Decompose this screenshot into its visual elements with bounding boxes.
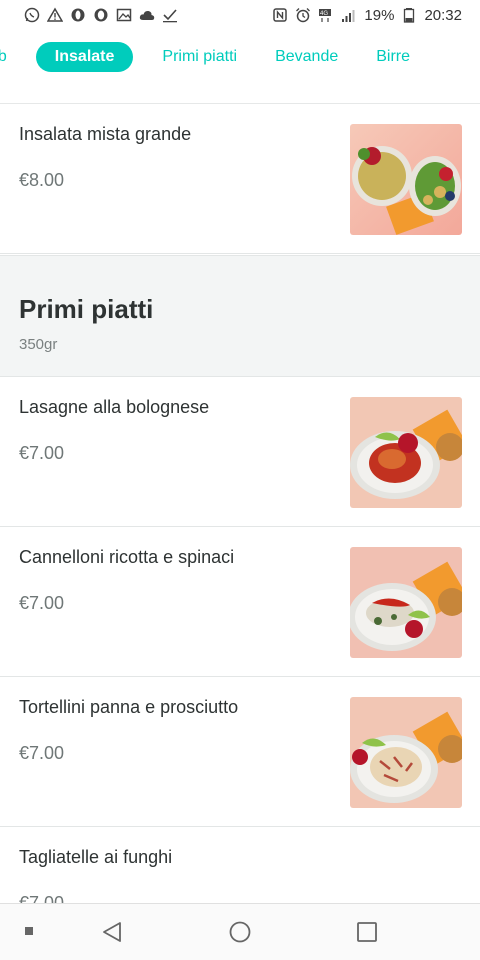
item-price: €8.00 <box>19 170 65 190</box>
tab-primi-piatti[interactable]: Primi piatti <box>143 42 256 72</box>
item-price: €7.00 <box>19 443 65 463</box>
nfc-icon <box>272 7 288 23</box>
home-icon[interactable] <box>228 920 252 944</box>
section-subtitle: 350gr <box>19 336 58 353</box>
warning-icon <box>47 7 63 23</box>
check-icon <box>162 7 178 23</box>
clock: 20:32 <box>424 6 462 24</box>
item-photo-salad <box>350 124 462 235</box>
item-name: Cannelloni ricotta e spinaci <box>19 547 235 567</box>
tab-bevande[interactable]: Bevande <box>256 42 357 72</box>
status-left-icons <box>24 7 178 23</box>
section-title: Primi piatti <box>19 294 154 324</box>
menu-item-cannelloni[interactable]: Cannelloni ricotta e spinaci €7.00 <box>0 527 480 677</box>
item-name: Tortellini panna e prosciutto <box>19 697 239 717</box>
item-price: €7.00 <box>19 743 65 763</box>
signal-icon <box>341 7 357 23</box>
item-photo-tortellini <box>350 697 462 808</box>
cloud-icon <box>139 7 155 23</box>
tab-ab[interactable]: ab <box>0 42 26 72</box>
recents-icon[interactable] <box>355 920 379 944</box>
item-price: €7.00 <box>19 593 65 613</box>
item-photo-cannelloni <box>350 547 462 658</box>
category-tabs: ab Insalate Primi piatti Bevande Birre <box>0 30 480 84</box>
opera-icon <box>93 7 109 23</box>
item-photo-lasagne <box>350 397 462 508</box>
status-bar: 4G 19% 20:32 <box>0 0 480 30</box>
opera-icon <box>70 7 86 23</box>
square-dot-icon[interactable] <box>24 926 34 936</box>
tab-insalate[interactable]: Insalate <box>35 42 134 72</box>
section-primi-piatti: Primi piatti 350gr <box>0 255 480 377</box>
whatsapp-icon <box>24 7 40 23</box>
battery-icon <box>401 7 417 23</box>
svg-text:4G: 4G <box>320 11 328 17</box>
menu-item-insalata-mista[interactable]: Insalata mista grande €8.00 <box>0 104 480 254</box>
item-name: Lasagne alla bolognese <box>19 397 210 417</box>
battery-percent: 19% <box>364 6 395 24</box>
gallery-icon <box>116 7 132 23</box>
item-name: Tagliatelle ai funghi <box>19 847 173 867</box>
tab-birre[interactable]: Birre <box>357 42 429 72</box>
android-nav-bar <box>0 903 480 960</box>
menu-item-lasagne[interactable]: Lasagne alla bolognese €7.00 <box>0 377 480 527</box>
back-icon[interactable] <box>100 920 124 944</box>
menu-item-tortellini[interactable]: Tortellini panna e prosciutto €7.00 <box>0 677 480 827</box>
status-right-icons: 4G 19% 20:32 <box>272 7 462 24</box>
network-4g-icon: 4G <box>318 7 334 23</box>
item-name: Insalata mista grande <box>19 124 192 144</box>
alarm-icon <box>295 7 311 23</box>
